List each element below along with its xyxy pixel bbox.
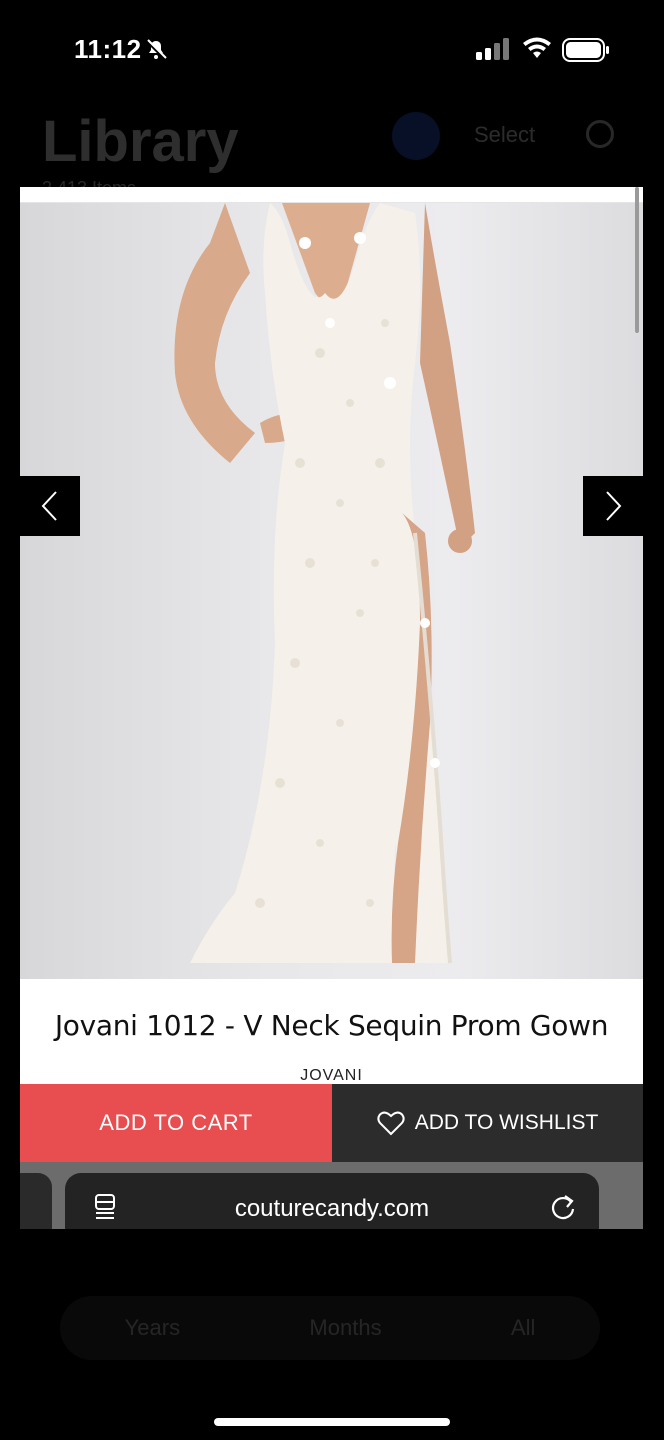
battery-icon [562, 38, 609, 62]
library-title: Library [42, 109, 239, 174]
previous-tab-preview[interactable] [20, 1173, 52, 1229]
browser-toolbar: couturecandy.com [20, 1162, 643, 1229]
select-button[interactable]: Select [474, 122, 535, 148]
add-to-cart-label: ADD TO CART [99, 1110, 253, 1135]
add-to-wishlist-button[interactable]: ADD TO WISHLIST [332, 1084, 643, 1162]
brand-name[interactable]: JOVANI [20, 1067, 643, 1085]
page-top-strip [20, 187, 643, 203]
previous-image-button[interactable] [20, 476, 80, 536]
heart-icon [377, 1111, 405, 1136]
tab-months[interactable]: Months [309, 1315, 381, 1341]
next-image-button[interactable] [583, 476, 643, 536]
product-action-bar: ADD TO CART ADD TO WISHLIST [20, 1084, 643, 1162]
web-page-card: Jovani 1012 - V Neck Sequin Prom Gown JO… [20, 187, 643, 1229]
add-to-cart-button[interactable]: ADD TO CART [20, 1084, 332, 1162]
gown-illustration [174, 203, 475, 964]
home-indicator[interactable] [214, 1418, 450, 1426]
add-to-wishlist-label: ADD TO WISHLIST [414, 1111, 599, 1134]
url-text: couturecandy.com [234, 1195, 430, 1222]
product-title: Jovani 1012 - V Neck Sequin Prom Gown [54, 1009, 609, 1042]
chevron-left-icon [41, 491, 57, 521]
cellular-signal-icon [476, 38, 509, 60]
address-bar[interactable]: couturecandy.com [65, 1173, 599, 1229]
search-icon[interactable] [392, 112, 440, 160]
scrollbar[interactable] [635, 187, 639, 333]
wifi-icon [523, 37, 551, 58]
tab-years[interactable]: Years [125, 1315, 180, 1341]
reload-icon[interactable] [551, 1193, 577, 1221]
tab-all[interactable]: All [511, 1315, 535, 1341]
status-bar: 11:12 [0, 0, 664, 100]
library-view-tabs: Years Months All [60, 1296, 600, 1360]
avatar[interactable] [586, 120, 614, 148]
status-time: 11:12 [74, 34, 142, 64]
chevron-right-icon [606, 491, 622, 521]
product-image[interactable] [20, 203, 643, 979]
bell-slash-icon [145, 39, 167, 61]
